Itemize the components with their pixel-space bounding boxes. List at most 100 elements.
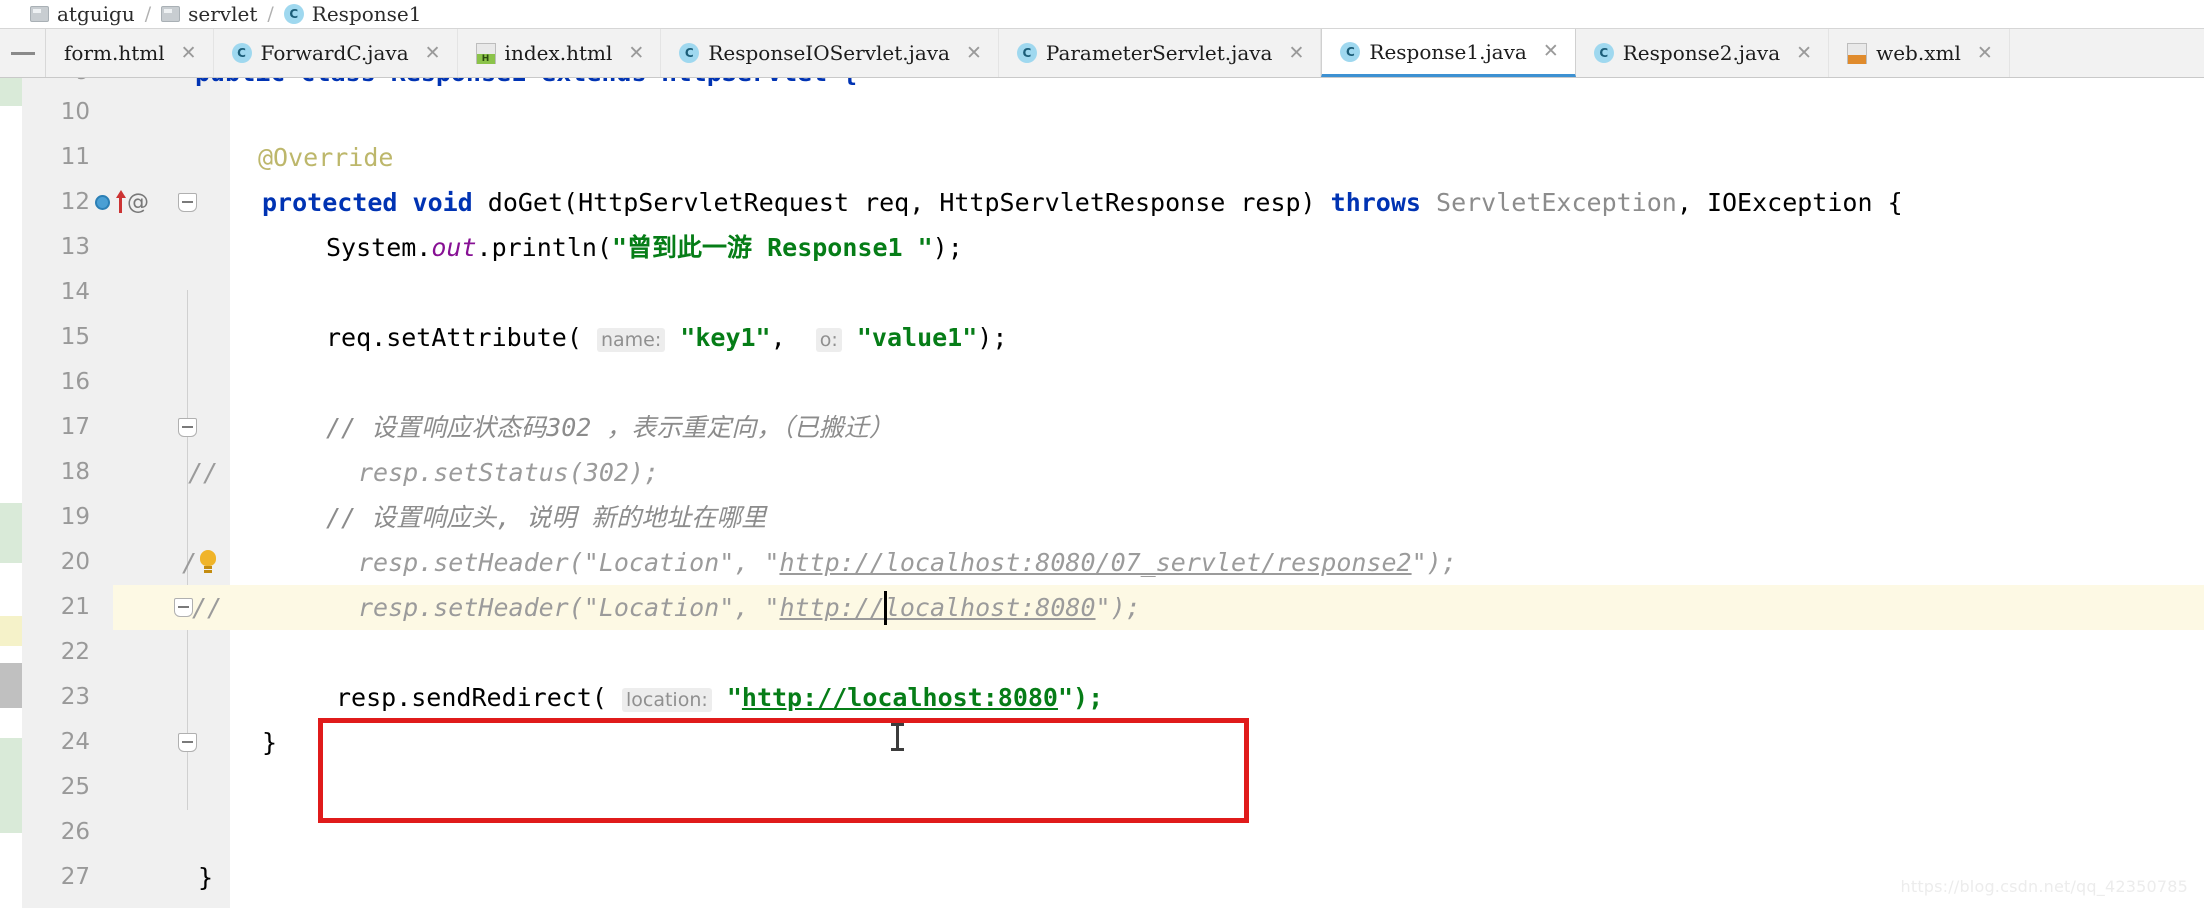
line-number: 19 bbox=[60, 504, 90, 530]
line-number: 16 bbox=[60, 369, 90, 395]
code-token: ); bbox=[932, 233, 963, 262]
breadcrumb-item-response1[interactable]: C Response1 bbox=[283, 2, 422, 26]
code-token-url[interactable]: http://localhost:8080/07_servlet/respons… bbox=[779, 548, 1411, 577]
breadcrumb-label: atguigu bbox=[57, 2, 135, 26]
tab-web-xml[interactable]: web.xml ✕ bbox=[1829, 29, 2010, 77]
code-line-18[interactable]: 18 // resp.setStatus(302); bbox=[0, 450, 2204, 495]
fold-collapse-icon[interactable] bbox=[178, 418, 197, 437]
tab-parameterservlet-java[interactable]: C ParameterServlet.java ✕ bbox=[998, 29, 1322, 77]
tab-response2-java[interactable]: C Response2.java ✕ bbox=[1575, 29, 1830, 77]
code-line-11[interactable]: 11 @Override bbox=[0, 135, 2204, 180]
close-icon[interactable]: ✕ bbox=[181, 43, 197, 63]
code-text: // 设置响应状态码302 ，表示重定向，（已搬迁） bbox=[326, 405, 894, 450]
code-line-14[interactable]: 14 bbox=[0, 270, 2204, 315]
tab-form-html[interactable]: form.html ✕ bbox=[46, 29, 214, 77]
code-token-string: "key1" bbox=[680, 323, 771, 352]
code-token-url[interactable]: http://localhost:8080 bbox=[779, 593, 1095, 622]
code-line-20[interactable]: 20 / resp.setHeader("Location", "http://… bbox=[0, 540, 2204, 585]
code-line-15[interactable]: 15 req.setAttribute( name: "key1", o: "v… bbox=[0, 315, 2204, 360]
code-line-27[interactable]: 27 } bbox=[0, 855, 2204, 900]
line-number: 12 bbox=[60, 189, 90, 215]
close-icon[interactable]: ✕ bbox=[1288, 43, 1304, 63]
code-token-class: IOException bbox=[1706, 188, 1873, 217]
ide-window: atguigu / servlet / C Response1 form.htm… bbox=[0, 0, 2204, 908]
code-token-comment: // 设置响应头, 说明 新的地址在哪里 bbox=[326, 503, 767, 532]
tab-label: Response2.java bbox=[1622, 41, 1781, 65]
close-icon[interactable]: ✕ bbox=[966, 43, 982, 63]
code-token-keyword: protected bbox=[262, 188, 398, 217]
commented-gutter-marker: // bbox=[192, 593, 223, 622]
close-icon[interactable]: ✕ bbox=[1543, 42, 1559, 61]
code-text: resp.setHeader("Location", "http://local… bbox=[358, 585, 1141, 630]
tab-forwardc-java[interactable]: C ForwardC.java ✕ bbox=[213, 29, 458, 77]
code-token: { bbox=[1872, 188, 1903, 217]
fold-collapse-icon[interactable] bbox=[178, 733, 197, 752]
tab-responseioservlet-java[interactable]: C ResponseIOServlet.java ✕ bbox=[661, 29, 999, 77]
code-token-url[interactable]: http://localhost:8080 bbox=[742, 683, 1058, 712]
line-number: 21 bbox=[60, 594, 90, 620]
tab-response1-java[interactable]: C Response1.java ✕ bbox=[1321, 29, 1576, 77]
code-line-12[interactable]: 12 @ protected void doGet(HttpServletReq… bbox=[0, 180, 2204, 225]
folder-icon bbox=[161, 6, 181, 22]
code-line-17[interactable]: 17 // 设置响应状态码302 ，表示重定向，（已搬迁） bbox=[0, 405, 2204, 450]
code-token-class: ServletException bbox=[1420, 188, 1677, 217]
code-text: resp.setStatus(302); bbox=[358, 450, 659, 495]
code-token-keyword: throws bbox=[1330, 188, 1421, 217]
line-number: 25 bbox=[60, 774, 90, 800]
code-line-24[interactable]: 24 } bbox=[0, 720, 2204, 765]
code-token-comment: // 设置响应状态码302 ，表示重定向，（已搬迁） bbox=[326, 413, 894, 442]
gutter-icons-line12[interactable]: @ bbox=[95, 180, 149, 225]
code-line-22[interactable]: 22 bbox=[0, 630, 2204, 675]
close-icon[interactable]: ✕ bbox=[628, 43, 644, 63]
folder-icon bbox=[30, 6, 49, 22]
code-line-10[interactable]: 10 bbox=[0, 90, 2204, 135]
close-icon[interactable]: ✕ bbox=[1977, 43, 1993, 63]
code-line-21[interactable]: 21 // resp.setHeader("Location", "http:/… bbox=[0, 585, 2204, 630]
close-icon[interactable]: ✕ bbox=[425, 43, 441, 63]
code-editor[interactable]: 9 public class Response1 extends HttpSer… bbox=[0, 78, 2204, 908]
mouse-cursor-ibeam bbox=[891, 723, 904, 751]
breadcrumb-separator: / bbox=[144, 3, 152, 25]
line-number: 22 bbox=[60, 639, 90, 665]
breadcrumb-item-atguigu[interactable]: atguigu bbox=[30, 2, 135, 26]
fold-collapse-icon[interactable] bbox=[174, 598, 193, 617]
code-line-16[interactable]: 16 bbox=[0, 360, 2204, 405]
code-token: resp.sendRedirect( bbox=[336, 683, 622, 712]
breakpoint-icon[interactable] bbox=[95, 195, 110, 210]
line-number: 13 bbox=[60, 234, 90, 260]
html-file-icon bbox=[475, 42, 496, 64]
code-token: ); bbox=[977, 323, 1008, 352]
intention-bulb-icon[interactable] bbox=[198, 550, 218, 574]
code-line-19[interactable]: 19 // 设置响应头, 说明 新的地址在哪里 bbox=[0, 495, 2204, 540]
fold-collapse-icon[interactable] bbox=[178, 193, 197, 212]
breadcrumb-label: Response1 bbox=[311, 2, 422, 26]
tab-label: ParameterServlet.java bbox=[1045, 41, 1273, 65]
tab-index-html[interactable]: index.html ✕ bbox=[457, 29, 662, 77]
breadcrumb-item-servlet[interactable]: servlet bbox=[161, 2, 257, 26]
code-text: } bbox=[262, 720, 277, 765]
code-token: } bbox=[198, 863, 214, 892]
code-text: @Override bbox=[258, 135, 393, 180]
code-line-23[interactable]: 23 resp.sendRedirect( location: "http://… bbox=[0, 675, 2204, 720]
code-token: doGet(HttpServletRequest req, HttpServle… bbox=[487, 188, 1331, 217]
tab-label: form.html bbox=[64, 41, 165, 65]
code-token-comment: resp.setHeader("Location", " bbox=[358, 548, 780, 577]
line-number: 27 bbox=[60, 864, 90, 890]
collapse-tabs-button[interactable] bbox=[0, 29, 46, 77]
code-token: System. bbox=[326, 233, 432, 262]
code-text: } bbox=[198, 855, 213, 900]
java-class-icon: C bbox=[1593, 43, 1614, 63]
commented-gutter-marker: // bbox=[188, 458, 219, 487]
text-caret bbox=[884, 591, 887, 625]
code-token-string: "value1" bbox=[856, 323, 978, 352]
code-text: resp.sendRedirect( location: "http://loc… bbox=[336, 675, 1103, 723]
code-line-26[interactable]: 26 bbox=[0, 810, 2204, 855]
code-token: req.setAttribute( bbox=[326, 323, 597, 352]
annotation-at-icon[interactable]: @ bbox=[127, 190, 149, 215]
code-token: .println( bbox=[476, 233, 612, 262]
line-number: 26 bbox=[60, 819, 90, 845]
close-icon[interactable]: ✕ bbox=[1796, 43, 1812, 63]
code-line-13[interactable]: 13 System.out.println("曾到此一游 Response1 "… bbox=[0, 225, 2204, 270]
code-line-25[interactable]: 25 bbox=[0, 765, 2204, 810]
tab-label: Response1.java bbox=[1369, 39, 1527, 64]
